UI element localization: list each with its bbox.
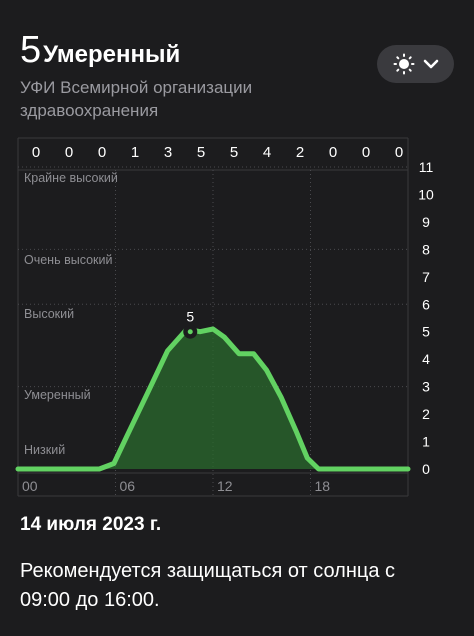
y-tick-label: 9 <box>422 214 430 230</box>
y-tick-label: 6 <box>422 296 430 312</box>
y-tick-label: 2 <box>422 406 430 422</box>
x-tick-label: 06 <box>120 478 136 494</box>
uv-chart-svg: 0 0 0 1 3 5 5 4 2 0 0 0Крайне высокийОчень высокийВ… <box>15 137 434 497</box>
recommendation-text: Рекомендуется защищаться от солнца с 09:… <box>20 560 396 611</box>
current-point-label: 5 <box>186 309 194 325</box>
x-tick-label: 00 <box>22 478 38 494</box>
uv-header: 5 Умеренный УФИ Всемирной организации зд… <box>20 30 320 122</box>
y-tick-label: 7 <box>422 269 430 285</box>
x-tick-label: 18 <box>315 478 331 494</box>
y-tick-label: 11 <box>419 159 434 175</box>
date-label: 14 июля 2023 г. <box>20 514 162 535</box>
y-tick-label: 10 <box>418 186 434 202</box>
sun-icon <box>393 53 414 75</box>
uv-subtitle: УФИ Всемирной организации здравоохранени… <box>20 78 253 120</box>
hourly-value: 0 <box>362 144 370 161</box>
y-tick-label: 5 <box>422 324 430 340</box>
hourly-value: 0 <box>329 144 337 161</box>
hourly-value: 3 <box>164 144 172 161</box>
x-tick-label: 12 <box>217 478 233 494</box>
uv-band-label: Крайне высокий <box>24 171 118 185</box>
hourly-value: 2 <box>296 144 304 161</box>
y-tick-label: 8 <box>422 241 430 257</box>
y-tick-label: 1 <box>422 434 430 450</box>
uv-band-label: Низкий <box>24 443 65 457</box>
y-tick-label: 4 <box>422 351 430 367</box>
uv-band-label: Очень высокий <box>24 253 112 267</box>
uv-band-label: Умеренный <box>24 388 91 402</box>
hourly-value: 5 <box>197 144 205 161</box>
chevron-down-icon <box>423 59 438 69</box>
uv-band-label: Высокий <box>24 307 74 321</box>
hourly-value: 4 <box>263 144 271 161</box>
hourly-value: 0 <box>98 144 106 161</box>
hourly-value: 5 <box>230 144 238 161</box>
uv-category: Умеренный <box>43 41 181 68</box>
uv-chart: 0 0 0 1 3 5 5 4 2 0 0 0 Крайне высокий Очень высокий В… <box>15 137 438 500</box>
hourly-value: 0 <box>395 144 403 161</box>
y-tick-label: 0 <box>422 461 430 477</box>
uv-value: 5 <box>20 29 42 71</box>
current-point-dot <box>187 329 193 335</box>
hourly-value: 1 <box>131 144 139 161</box>
view-menu-button[interactable] <box>377 45 454 83</box>
y-tick-label: 3 <box>422 379 430 395</box>
hourly-value: 0 <box>65 144 73 161</box>
hourly-value: 0 <box>32 144 40 161</box>
